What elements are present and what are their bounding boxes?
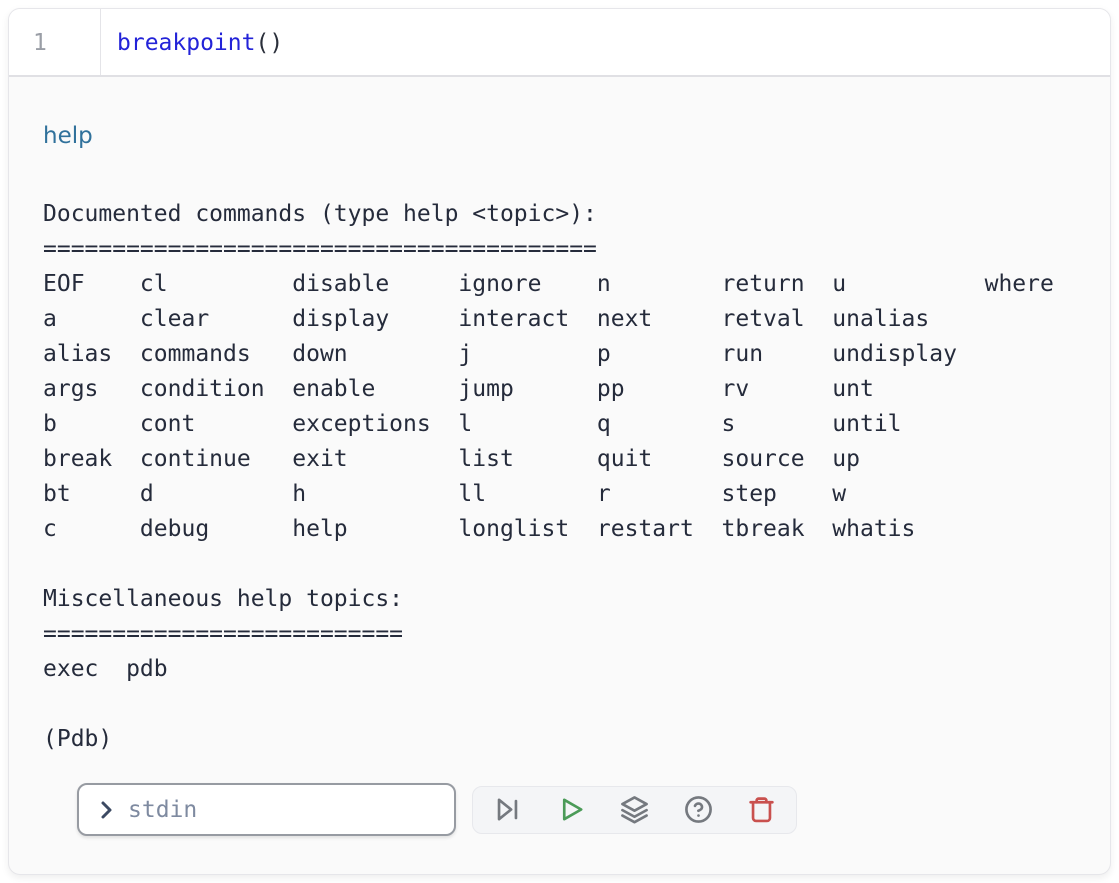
skip-forward-icon xyxy=(493,795,522,824)
code-runner-card: 1 breakpoint() help Documented commands … xyxy=(8,8,1111,875)
line-number: 1 xyxy=(33,30,47,56)
step-button[interactable] xyxy=(491,793,524,826)
toolbar xyxy=(472,786,797,834)
chevron-right-icon xyxy=(94,798,118,822)
code-builtin-token: breakpoint xyxy=(117,30,255,56)
delete-button[interactable] xyxy=(745,793,778,826)
code-editor: 1 breakpoint() xyxy=(9,9,1110,77)
help-button[interactable] xyxy=(682,793,715,826)
run-button[interactable] xyxy=(555,793,588,826)
stdin-box[interactable] xyxy=(77,783,456,836)
trash-icon xyxy=(747,795,776,824)
entered-command: help xyxy=(43,121,1076,151)
help-circle-icon xyxy=(684,795,713,824)
code-line[interactable]: breakpoint() xyxy=(101,9,1110,75)
play-icon xyxy=(557,795,586,824)
controls-row xyxy=(77,783,1076,836)
stack-button[interactable] xyxy=(618,793,651,826)
console-output: help Documented commands (type help <top… xyxy=(9,77,1110,836)
line-number-gutter: 1 xyxy=(9,9,101,75)
pdb-help-output: Documented commands (type help <topic>):… xyxy=(43,197,1076,757)
layers-icon xyxy=(620,795,649,824)
stdin-input[interactable] xyxy=(128,797,440,823)
code-paren-token: () xyxy=(255,30,283,56)
